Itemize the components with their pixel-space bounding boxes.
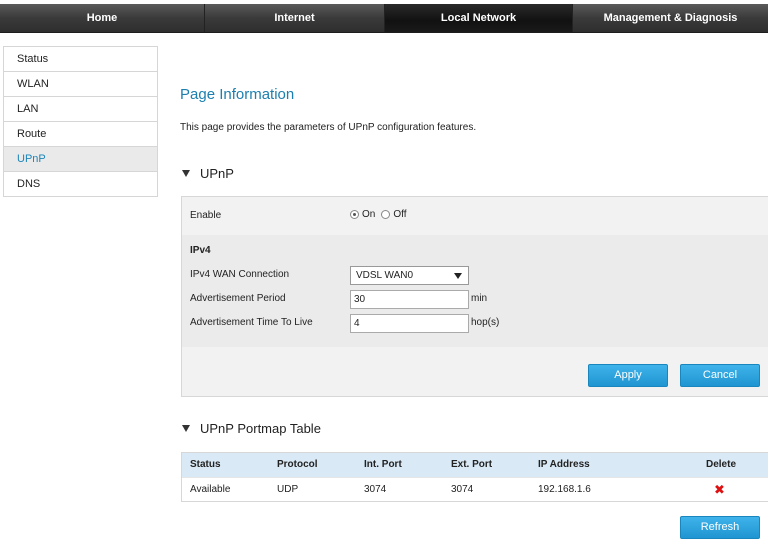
dropdown-arrow-icon bbox=[454, 273, 462, 279]
delete-x-icon[interactable]: ✖ bbox=[706, 482, 725, 497]
collapse-triangle-icon bbox=[182, 170, 190, 178]
wan-connection-label: IPv4 WAN Connection bbox=[190, 269, 290, 280]
enable-on-option[interactable]: On bbox=[350, 209, 375, 220]
page-description: This page provides the parameters of UPn… bbox=[180, 122, 477, 133]
enable-off-option[interactable]: Off bbox=[381, 209, 407, 220]
sidebar: Status WLAN LAN Route UPnP DNS bbox=[3, 46, 158, 197]
column-header-status: Status bbox=[190, 459, 221, 470]
apply-button[interactable]: Apply bbox=[588, 364, 668, 387]
portmap-heading: UPnP Portmap Table bbox=[200, 421, 321, 436]
sidebar-item-wlan[interactable]: WLAN bbox=[4, 72, 157, 97]
cell-ip-address: 192.168.1.6 bbox=[538, 484, 591, 495]
cell-ext-port: 3074 bbox=[451, 484, 474, 495]
cell-protocol: UDP bbox=[277, 484, 299, 495]
sidebar-item-dns[interactable]: DNS bbox=[4, 172, 157, 197]
advertisement-ttl-label: Advertisement Time To Live bbox=[190, 317, 313, 328]
sidebar-item-lan[interactable]: LAN bbox=[4, 97, 157, 122]
advertisement-period-label: Advertisement Period bbox=[190, 293, 286, 304]
upnp-settings-panel: Enable On Off IPv4 IPv4 WAN Connection V… bbox=[181, 196, 768, 397]
table-row: Available UDP 3074 3074 192.168.1.6 ✖ bbox=[182, 477, 768, 501]
on-radio[interactable] bbox=[350, 210, 359, 219]
advertisement-period-input[interactable] bbox=[350, 290, 469, 309]
ipv4-subpanel: IPv4 IPv4 WAN Connection VDSL WAN0 Adver… bbox=[182, 235, 768, 347]
sidebar-item-status[interactable]: Status bbox=[4, 47, 157, 72]
upnp-section-header[interactable]: UPnP bbox=[182, 166, 234, 181]
portmap-section-header[interactable]: UPnP Portmap Table bbox=[182, 421, 321, 436]
wan-connection-value: VDSL WAN0 bbox=[356, 270, 414, 281]
table-header-row: Status Protocol Int. Port Ext. Port IP A… bbox=[182, 453, 768, 477]
tab-home[interactable]: Home bbox=[0, 4, 205, 32]
cancel-button[interactable]: Cancel bbox=[680, 364, 760, 387]
advertisement-ttl-input[interactable] bbox=[350, 314, 469, 333]
column-header-delete: Delete bbox=[706, 459, 737, 470]
collapse-triangle-icon bbox=[182, 425, 190, 433]
column-header-ext-port: Ext. Port bbox=[451, 459, 493, 470]
on-label: On bbox=[362, 209, 376, 220]
sidebar-item-route[interactable]: Route bbox=[4, 122, 157, 147]
portmap-table: Status Protocol Int. Port Ext. Port IP A… bbox=[181, 452, 768, 502]
off-label: Off bbox=[393, 209, 407, 220]
column-header-int-port: Int. Port bbox=[364, 459, 402, 470]
enable-label: Enable bbox=[190, 210, 222, 221]
tab-local-network[interactable]: Local Network bbox=[385, 4, 573, 32]
cell-int-port: 3074 bbox=[364, 484, 387, 495]
tab-internet[interactable]: Internet bbox=[205, 4, 385, 32]
ttl-unit: hop(s) bbox=[471, 317, 500, 328]
wan-connection-select[interactable]: VDSL WAN0 bbox=[350, 266, 469, 285]
page-title: Page Information bbox=[180, 86, 295, 103]
top-navigation: Home Internet Local Network Management &… bbox=[0, 4, 768, 33]
enable-radio-group: On Off bbox=[350, 209, 413, 220]
upnp-heading: UPnP bbox=[200, 166, 234, 181]
cell-delete: ✖ bbox=[698, 478, 768, 501]
cell-status: Available bbox=[190, 484, 231, 495]
refresh-button[interactable]: Refresh bbox=[680, 516, 760, 539]
column-header-protocol: Protocol bbox=[277, 459, 318, 470]
ipv4-heading: IPv4 bbox=[190, 245, 211, 256]
off-radio[interactable] bbox=[381, 210, 391, 219]
tab-management-diagnosis[interactable]: Management & Diagnosis bbox=[573, 4, 768, 32]
column-header-ip-address: IP Address bbox=[538, 459, 590, 470]
sidebar-item-upnp[interactable]: UPnP bbox=[4, 147, 157, 172]
period-unit: min bbox=[471, 293, 488, 304]
